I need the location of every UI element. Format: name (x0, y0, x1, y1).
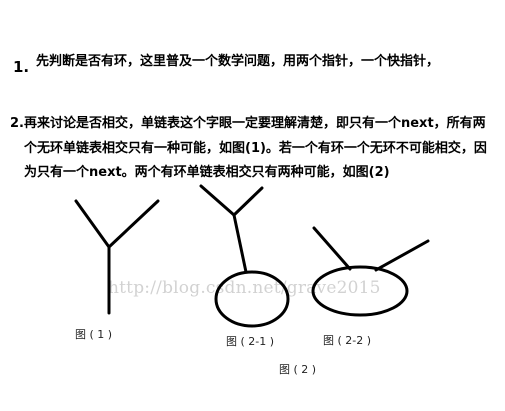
figure-2-1-shape (199, 184, 290, 328)
linked-list-diagrams (74, 184, 430, 328)
figure-1-y-shape (74, 199, 160, 315)
fig2-2-left-branch (312, 226, 352, 271)
fig1-left-branch (74, 199, 111, 249)
fig2-2-cycle (311, 265, 409, 317)
fig2-2-right-branch (374, 239, 430, 272)
figure-2-caption: 图 ( 2 ) (279, 363, 317, 376)
fig1-right-branch (107, 199, 160, 249)
fig2-1-left-branch (199, 184, 236, 217)
fig2-1-shared-stem (232, 213, 248, 274)
figure-2-2-caption: 图 ( 2-2 ) (323, 334, 372, 347)
figure-2-1-caption: 图 ( 2-1 ) (226, 335, 275, 348)
fig2-1-right-branch (232, 186, 264, 217)
figure-2-2-shape (311, 226, 430, 317)
figure-1-caption: 图 ( 1 ) (75, 328, 113, 341)
fig2-1-cycle (214, 270, 290, 328)
